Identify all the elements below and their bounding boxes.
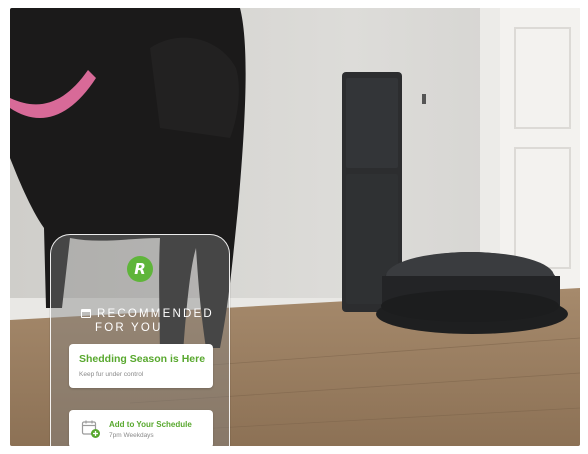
calendar-add-icon xyxy=(81,420,100,438)
app-recommendation-card: R RECOMMENDED FOR YOU Shedding Season is… xyxy=(50,234,230,446)
add-to-schedule-card[interactable]: Add to Your Schedule 7pm Weekdays xyxy=(69,410,213,446)
shedding-season-card[interactable]: Shedding Season is Here Keep fur under c… xyxy=(69,344,213,388)
add-to-schedule-subtitle: 7pm Weekdays xyxy=(109,432,154,439)
shedding-season-title: Shedding Season is Here xyxy=(79,353,206,365)
recommended-heading: RECOMMENDED FOR YOU xyxy=(81,307,221,335)
add-to-schedule-title: Add to Your Schedule xyxy=(109,420,192,429)
irobot-logo-icon: R xyxy=(127,256,153,282)
recommended-heading-line1: RECOMMENDED xyxy=(97,308,214,320)
shedding-season-subtitle: Keep fur under control xyxy=(79,371,144,378)
hero-photo: R RECOMMENDED FOR YOU Shedding Season is… xyxy=(10,8,580,446)
recommended-heading-line2: FOR YOU xyxy=(95,322,163,334)
calendar-icon xyxy=(81,309,91,318)
